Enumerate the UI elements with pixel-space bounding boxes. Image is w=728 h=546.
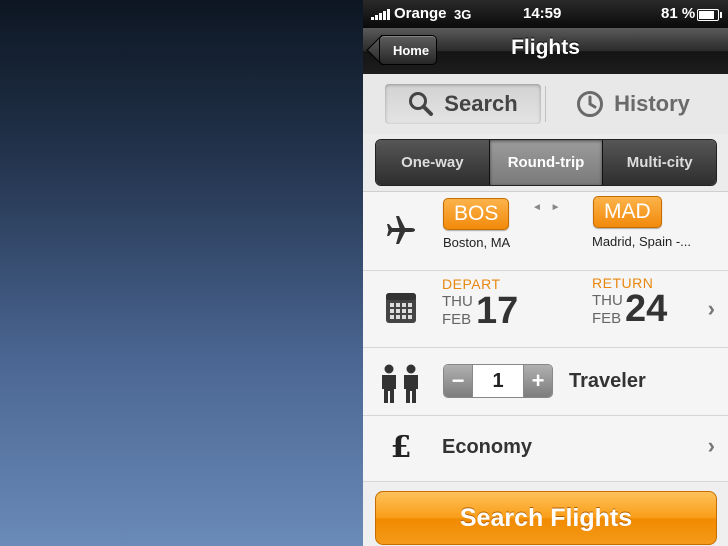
battery-icon xyxy=(697,9,722,21)
destination-city: Madrid, Spain -... xyxy=(592,234,691,249)
network-type: 3G xyxy=(454,7,472,22)
cabin-class-row[interactable]: £ Economy › xyxy=(363,416,728,482)
home-back-button[interactable]: Home xyxy=(379,35,437,65)
search-flights-button[interactable]: Search Flights xyxy=(375,491,717,545)
segment-round-trip[interactable]: Round-trip xyxy=(489,140,604,185)
traveler-count: 1 xyxy=(472,365,524,397)
return-weekday: THU xyxy=(592,292,623,309)
signal-bars-icon xyxy=(371,9,390,20)
return-day: 24 xyxy=(625,288,668,330)
chevron-right-icon: › xyxy=(707,296,715,321)
decrement-button[interactable]: − xyxy=(444,365,472,397)
cabin-class-label: Economy xyxy=(442,436,533,458)
dates-row[interactable]: DEPART THU FEB 17 RETURN THU FEB 24 › xyxy=(363,271,728,348)
battery-percent: 81 % xyxy=(661,5,696,22)
tab-history[interactable]: History xyxy=(553,84,713,124)
tab-search[interactable]: Search xyxy=(385,84,541,124)
depart-day: 17 xyxy=(476,290,519,332)
carrier-name: Orange xyxy=(394,5,447,22)
increment-button[interactable]: + xyxy=(524,365,552,397)
tab-divider xyxy=(545,86,546,122)
airplane-icon xyxy=(385,214,417,246)
tab-search-label: Search xyxy=(444,91,518,116)
travelers-row: − 1 + Traveler xyxy=(363,348,728,416)
trip-type-segmented-control: One-way Round-trip Multi-city xyxy=(375,139,717,186)
calendar-icon xyxy=(385,292,417,324)
segment-multi-city[interactable]: Multi-city xyxy=(603,140,716,185)
pound-sign-icon: £ xyxy=(390,430,412,465)
navigation-bar: Home Flights xyxy=(363,28,728,75)
swap-route-icon[interactable]: ◄ ► xyxy=(532,202,564,213)
trip-type-bar: One-way Round-trip Multi-city xyxy=(363,134,728,192)
clock: 14:59 xyxy=(523,5,562,22)
status-bar: Orange 3G 14:59 81 % xyxy=(363,0,728,28)
traveler-label: Traveler xyxy=(569,370,646,392)
origin-airport-button[interactable]: BOS xyxy=(443,198,510,230)
search-footer: Search Flights xyxy=(363,482,728,546)
travelers-icon xyxy=(378,364,422,404)
depart-month: FEB xyxy=(442,311,472,328)
depart-weekday: THU xyxy=(442,293,473,310)
chevron-right-icon: › xyxy=(707,433,715,458)
segment-one-way[interactable]: One-way xyxy=(376,140,490,185)
mode-tabs: Search History xyxy=(363,74,728,135)
route-row: BOS Boston, MA ◄ ► MAD Madrid, Spain -..… xyxy=(363,192,728,271)
origin-city: Boston, MA xyxy=(443,235,511,250)
magnifier-icon xyxy=(409,92,434,116)
traveler-stepper: − 1 + xyxy=(443,364,553,398)
tab-history-label: History xyxy=(614,91,690,116)
clock-icon xyxy=(577,91,604,117)
phone-screen: Orange 3G 14:59 81 % Home Flights Search… xyxy=(363,0,728,546)
return-month: FEB xyxy=(592,310,622,327)
destination-airport-button[interactable]: MAD xyxy=(593,196,662,228)
